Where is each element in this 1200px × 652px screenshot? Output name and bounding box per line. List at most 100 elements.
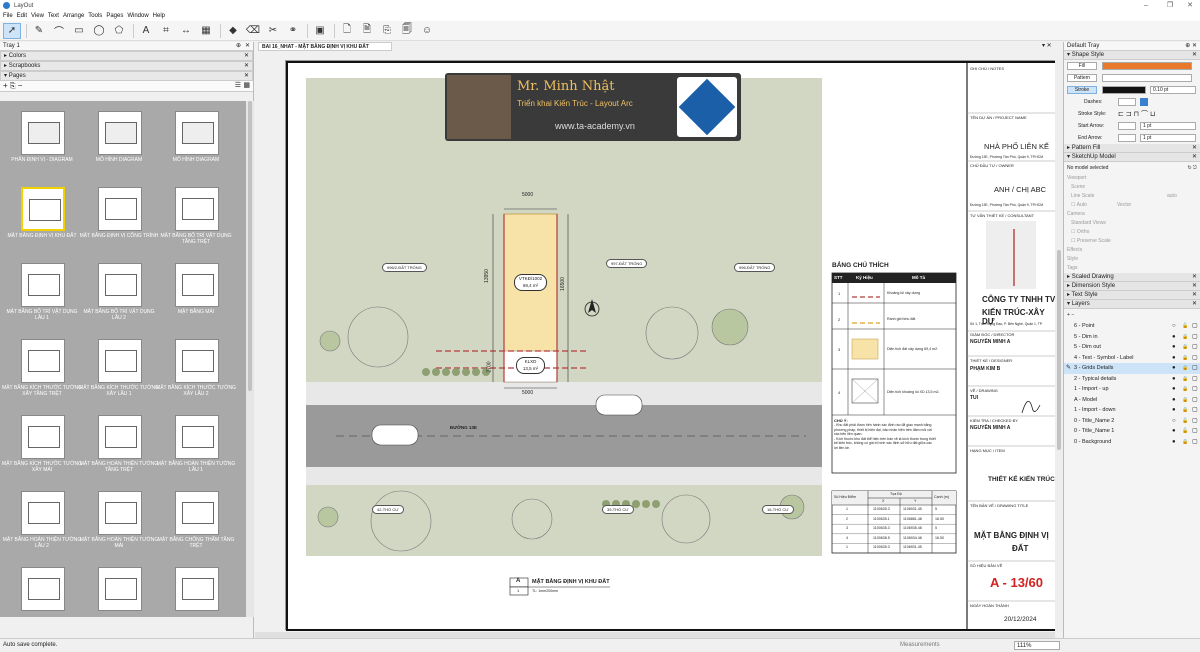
share-layer-icon[interactable]: ▢ [1192,332,1198,343]
menu-view[interactable]: View [31,13,44,19]
page-thumbnail[interactable]: MÔ HÌNH DIAGRAM [79,111,157,185]
page-thumbnail[interactable]: PHÂN ĐỊNH VỊ - DIAGRAM [2,111,80,185]
visibility-eye-icon[interactable]: ● [1172,405,1176,416]
fill-color-swatch[interactable] [1102,62,1192,70]
lock-icon[interactable]: 🔒 [1182,437,1188,448]
page-thumbnail[interactable]: MẶT BẰNG HOÀN THIỆN TƯỜNG MÁI [79,491,158,565]
share-layer-icon[interactable]: ▢ [1192,395,1198,406]
start-arrow-size[interactable]: 1 pt [1140,122,1196,130]
page-thumbnail[interactable]: MẶT BẰNG HOÀN THIỆN TƯỜNG TẦNG TRỆT [79,415,158,489]
page-thumbnail[interactable] [156,567,234,617]
zoom-field[interactable]: 111% [1014,641,1060,650]
share-layer-icon[interactable]: ▢ [1192,342,1198,353]
layer-row[interactable]: 0 - Title_Name 2 ○ 🔓 ▢ [1064,416,1200,427]
duplicate-page-icon[interactable]: ⎘ [378,23,396,39]
polygon-icon[interactable]: ⬠ [110,23,128,39]
dashes-scale-icon[interactable] [1140,98,1148,106]
page-thumbnail[interactable]: MẶT BẰNG HOÀN THIỆN TƯỜNG LẦU 1 [156,415,235,489]
user-icon[interactable]: ☺ [418,23,436,39]
page-thumbnail[interactable]: MẶT BẰNG BỐ TRÍ VẬT DỤNG LẦU 1 [2,263,80,337]
pin-icon[interactable]: ⊕ ✕ [1185,42,1197,51]
menu-arrange[interactable]: Arrange [63,13,84,19]
visibility-eye-icon[interactable]: ● [1172,342,1176,353]
refresh-icon[interactable]: ↻ ⎋ [1187,162,1197,174]
layer-row[interactable]: 4 - Text - Symbol - Label ● 🔒 ▢ [1064,353,1200,364]
circle-icon[interactable]: ◯ [90,23,108,39]
page-thumbnail[interactable] [79,567,157,617]
panel-dimension-style[interactable]: ▸ Dimension Style ✕ [1064,282,1200,291]
share-layer-icon[interactable]: ▢ [1192,416,1198,427]
select-arrow-icon[interactable]: ➚ [3,22,21,39]
panel-text-style[interactable]: ▸ Text Style ✕ [1064,291,1200,300]
share-layer-icon[interactable]: ▢ [1192,405,1198,416]
visibility-eye-icon[interactable]: ○ [1172,416,1176,427]
panel-colors[interactable]: ▸ Colors ✕ [0,51,253,61]
visibility-eye-icon[interactable]: ● [1172,426,1176,437]
end-arrow-size[interactable]: 1 pt [1140,134,1196,142]
eraser-icon[interactable]: ⌫ [244,23,262,39]
page-thumbnail[interactable]: MẶT BẰNG HOÀN THIỆN TƯỜNG LẦU 2 [2,491,81,565]
layer-row[interactable]: 6 - Point ○ 🔓 ▢ [1064,321,1200,332]
page-thumbnail[interactable]: MÔ HÌNH DIAGRAM [156,111,234,185]
dimension-icon[interactable]: ↔ [177,23,195,39]
remove-page-button[interactable]: − [18,81,23,90]
panel-scaled-drawing[interactable]: ▸ Scaled Drawing ✕ [1064,273,1200,282]
menu-window[interactable]: Window [127,13,148,19]
layer-row[interactable]: 1 - Import - up ● 🔒 ▢ [1064,384,1200,395]
menu-tools[interactable]: Tools [88,13,102,19]
layer-row[interactable]: 5 - Dim in ● 🔒 ▢ [1064,332,1200,343]
sample-icon[interactable]: ▣ [311,23,329,39]
panel-pattern-fill[interactable]: ▸ Pattern Fill ✕ [1064,144,1200,153]
panel-scrapbooks[interactable]: ▸ Scrapbooks ✕ [0,61,253,71]
lock-icon[interactable]: 🔓 [1182,426,1188,437]
pattern-swatch[interactable] [1102,74,1192,82]
visibility-eye-icon[interactable]: ● [1172,353,1176,364]
page-thumbnail[interactable]: MẶT BẰNG KÍCH THƯỚC TƯỜNG XÂY MÁI [2,415,82,489]
share-layer-icon[interactable]: ▢ [1192,353,1198,364]
panel-sketchup-model[interactable]: ▾ SketchUp Model ✕ [1064,153,1200,162]
panel-pages[interactable]: ▾ Pages ✕ [0,71,253,81]
tab-menu-icon[interactable]: ▾ ✕ [1042,42,1052,49]
panel-shape-style[interactable]: ▾ Shape Style ✕ [1064,51,1200,60]
layer-row[interactable]: 2 - Typical details ● 🔒 ▢ [1064,374,1200,385]
page-thumbnail[interactable]: MẶT BẰNG MÁI [156,263,234,337]
share-layer-icon[interactable]: ▢ [1192,374,1198,385]
page-thumbnail[interactable]: MẶT BẰNG BỐ TRÍ VẬT DỤNG LẦU 2 [79,263,157,337]
visibility-eye-icon[interactable]: ● [1172,332,1176,343]
preserve-scale-checkbox[interactable]: Preserve Scale [1077,238,1111,244]
join-icon[interactable]: ⚭ [284,23,302,39]
arc-icon[interactable]: ⌒ [50,23,68,39]
menu-text[interactable]: Text [48,13,59,19]
duplicate-page-button[interactable]: ⎘ [10,83,16,90]
fill-toggle[interactable]: Fill [1067,62,1097,70]
visibility-eye-icon[interactable]: ● [1172,384,1176,395]
menu-pages[interactable]: Pages [106,13,123,19]
page-thumbnail[interactable]: MẶT BẰNG ĐỊNH VỊ KHU ĐẤT [2,187,80,261]
layer-row[interactable]: ✎ 3 - Grids Details ● 🔒 ▢ [1064,363,1200,374]
visibility-eye-icon[interactable]: ● [1172,437,1176,448]
lock-icon[interactable]: 🔒 [1182,353,1188,364]
lock-icon[interactable]: 🔓 [1182,321,1188,332]
layer-row[interactable]: 0 - Title_Name 1 ● 🔓 ▢ [1064,426,1200,437]
insert-page-icon[interactable]: 🗋 [338,23,356,39]
share-layer-icon[interactable]: ▢ [1192,426,1198,437]
layer-row[interactable]: 5 - Dim out ● 🔒 ▢ [1064,342,1200,353]
stroke-width-field[interactable]: 0.10 pt [1150,86,1196,94]
menu-file[interactable]: File [3,13,13,19]
lock-icon[interactable]: 🔒 [1182,395,1188,406]
minimize-button[interactable]: – [1136,0,1156,11]
lock-icon[interactable]: 🔒 [1182,332,1188,343]
document-tab[interactable]: BAI 16_NHAT - MẶT BẰNG ĐỊNH VỊ KHU ĐẤT [258,42,392,51]
text-icon[interactable]: A [137,23,155,39]
visibility-eye-icon[interactable]: ○ [1172,321,1176,332]
lock-icon[interactable]: 🔓 [1182,416,1188,427]
delete-page-icon[interactable]: 🗐 [398,23,416,39]
visibility-eye-icon[interactable]: ● [1172,395,1176,406]
add-page-button[interactable]: + [3,81,8,90]
stroke-toggle[interactable]: Stroke [1067,86,1097,94]
visibility-eye-icon[interactable]: ● [1172,363,1176,374]
grid-view-icon[interactable]: ▦ [243,81,250,91]
layer-row[interactable]: 0 - Background ● 🔒 ▢ [1064,437,1200,448]
drawing-sheet[interactable]: Mr. Minh Nhật Triển khai Kiến Trúc - Lay… [285,60,1058,631]
end-arrow-dropdown[interactable] [1118,134,1136,142]
